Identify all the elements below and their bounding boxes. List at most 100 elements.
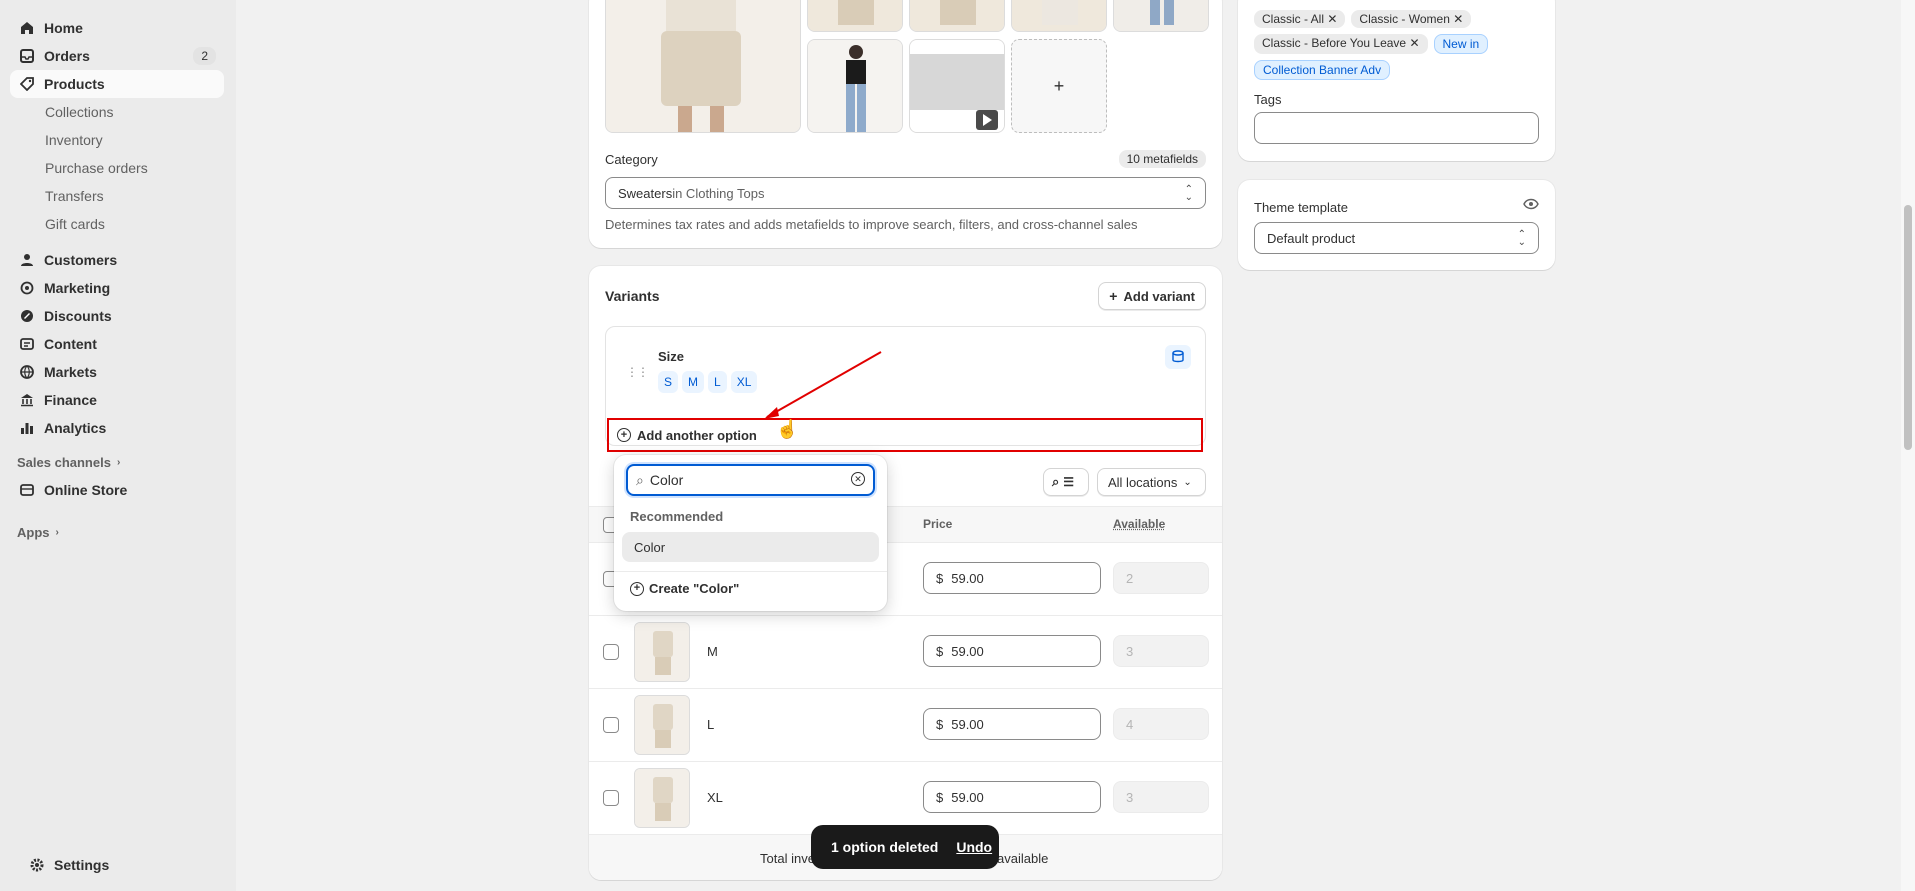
currency-symbol: $	[936, 570, 944, 586]
category-help-text: Determines tax rates and adds metafields…	[605, 217, 1138, 232]
theme-template-select[interactable]: Default product ⌃ ⌄	[1254, 222, 1539, 254]
available-input[interactable]: 4	[1113, 708, 1209, 740]
category-value-parent: in Clothing Tops	[672, 185, 765, 201]
total-inventory-label: Total inve	[760, 851, 815, 866]
sidebar-item-label: Customers	[44, 252, 118, 268]
product-image-3[interactable]	[909, 0, 1005, 32]
product-image-5[interactable]	[1113, 0, 1209, 32]
sidebar-item-home[interactable]: Home	[10, 14, 224, 42]
search-filter-button[interactable]: ⌕ ☰	[1043, 468, 1089, 496]
price-value: 59.00	[951, 570, 984, 586]
globe-icon	[20, 365, 34, 379]
bank-icon	[20, 393, 34, 407]
page-scrollbar[interactable]	[1901, 0, 1915, 891]
collection-chip-new[interactable]: New in	[1433, 34, 1489, 54]
collection-chip[interactable]: Classic - Before You Leave ✕	[1254, 34, 1428, 54]
collection-chip[interactable]: Classic - All ✕	[1254, 10, 1346, 28]
sidebar-subitem-purchase-orders[interactable]: Purchase orders	[10, 154, 224, 182]
discount-icon	[20, 309, 34, 323]
metafields-badge[interactable]: 10 metafields	[1118, 150, 1206, 168]
eye-icon[interactable]	[1523, 198, 1539, 213]
clear-icon[interactable]: ✕	[851, 472, 865, 486]
chevron-updown-icon: ⌃ ⌄	[1184, 184, 1193, 203]
row-checkbox[interactable]	[603, 644, 619, 660]
product-image-4[interactable]	[1011, 0, 1107, 32]
locations-select[interactable]: All locations ⌄	[1097, 468, 1206, 496]
available-input[interactable]: 3	[1113, 781, 1209, 813]
category-select[interactable]: Sweaters in Clothing Tops ⌃ ⌄	[605, 177, 1206, 209]
collection-chip[interactable]: Classic - Women ✕	[1351, 10, 1472, 28]
price-value: 59.00	[951, 789, 984, 805]
tags-input[interactable]	[1254, 112, 1539, 144]
sidebar-subitem-gift-cards[interactable]: Gift cards	[10, 210, 224, 238]
sidebar-item-label: Discounts	[44, 308, 112, 324]
table-row[interactable]: XL $59.00 3	[589, 761, 1222, 834]
chevron-updown-icon: ⌃ ⌄	[1517, 229, 1526, 248]
sidebar-item-customers[interactable]: Customers	[10, 246, 224, 274]
filter-icon: ☰	[1063, 475, 1075, 489]
sidebar-item-analytics[interactable]: Analytics	[10, 414, 224, 442]
price-input[interactable]: $59.00	[923, 562, 1101, 594]
bar-chart-icon	[20, 421, 34, 435]
add-media-button[interactable]: +	[1011, 39, 1107, 133]
undo-button[interactable]: Undo	[956, 839, 992, 855]
apps-label: Apps	[17, 524, 50, 540]
sidebar-item-content[interactable]: Content	[10, 330, 224, 358]
product-organization-card: Classic - All ✕ Classic - Women ✕ Classi…	[1238, 0, 1555, 161]
price-input[interactable]: $59.00	[923, 708, 1101, 740]
table-row[interactable]: M $59.00 3	[589, 615, 1222, 688]
sidebar-item-orders[interactable]: Orders 2	[10, 42, 224, 70]
home-icon	[20, 21, 34, 35]
sidebar-item-markets[interactable]: Markets	[10, 358, 224, 386]
available-input[interactable]: 3	[1113, 635, 1209, 667]
product-image-main[interactable]	[605, 0, 801, 133]
chevron-right-icon: ›	[116, 456, 121, 468]
price-input[interactable]: $59.00	[923, 635, 1101, 667]
plus-circle-icon: +	[630, 581, 644, 596]
collection-chip-new[interactable]: Collection Banner Adv	[1254, 60, 1391, 80]
create-option-label: Create "Color"	[649, 581, 740, 596]
storefront-icon	[20, 483, 34, 497]
sidebar-item-marketing[interactable]: Marketing	[10, 274, 224, 302]
table-row[interactable]: L $59.00 4	[589, 688, 1222, 761]
product-video[interactable]	[909, 39, 1005, 133]
row-checkbox[interactable]	[603, 717, 619, 733]
remove-icon[interactable]: ✕	[1409, 36, 1419, 50]
recommended-option-color[interactable]: Color	[622, 532, 879, 562]
variant-thumbnail[interactable]	[634, 768, 690, 828]
available-input[interactable]: 2	[1113, 562, 1209, 594]
sidebar-item-finance[interactable]: Finance	[10, 386, 224, 414]
sidebar-item-discounts[interactable]: Discounts	[10, 302, 224, 330]
option-search-input[interactable]: ⌕ Color ✕	[626, 464, 875, 496]
sidebar-item-online-store[interactable]: Online Store	[10, 476, 224, 504]
row-checkbox[interactable]	[603, 790, 619, 806]
price-value: 59.00	[951, 716, 984, 732]
remove-icon[interactable]: ✕	[1453, 12, 1463, 26]
product-image-6[interactable]	[807, 39, 903, 133]
apps-heading[interactable]: Apps ›	[0, 518, 236, 546]
search-icon: ⌕	[1052, 474, 1060, 489]
orders-count-badge: 2	[193, 47, 216, 65]
tag-icon	[20, 77, 34, 91]
sidebar-subitem-inventory[interactable]: Inventory	[10, 126, 224, 154]
remove-icon[interactable]: ✕	[1327, 12, 1337, 26]
variant-thumbnail[interactable]	[634, 622, 690, 682]
price-input[interactable]: $59.00	[923, 781, 1101, 813]
sidebar-item-label: Analytics	[44, 420, 107, 436]
annotation-arrow	[764, 351, 882, 419]
product-image-2[interactable]	[807, 0, 903, 32]
sidebar-item-settings[interactable]: Settings	[20, 851, 234, 879]
sidebar-subitem-collections[interactable]: Collections	[10, 98, 224, 126]
variant-name: XL	[707, 790, 723, 805]
gear-icon	[30, 858, 44, 872]
variant-thumbnail[interactable]	[634, 695, 690, 755]
scrollbar-thumb[interactable]	[1904, 205, 1912, 450]
sidebar-item-products[interactable]: Products	[10, 70, 224, 98]
option-search-value: Color	[649, 472, 684, 488]
create-option-button[interactable]: + Create "Color"	[630, 581, 739, 596]
sales-channels-heading[interactable]: Sales channels ›	[0, 448, 236, 476]
sidebar-item-label: Home	[44, 20, 83, 36]
currency-symbol: $	[936, 716, 944, 732]
sidebar-subitem-transfers[interactable]: Transfers	[10, 182, 224, 210]
sidebar-item-label: Finance	[44, 392, 97, 408]
